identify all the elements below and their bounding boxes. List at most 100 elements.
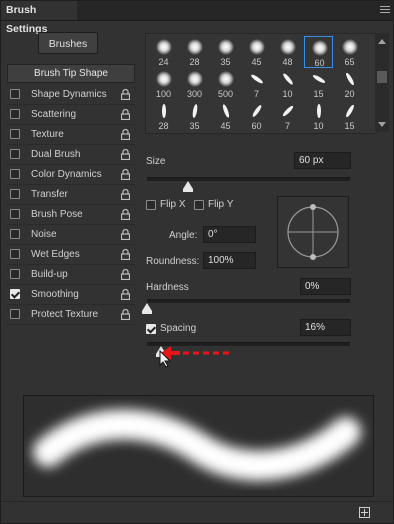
sidebar-item-noise[interactable]: Noise bbox=[7, 225, 135, 245]
brush-preset[interactable]: 10 bbox=[304, 100, 333, 132]
lock-icon[interactable] bbox=[121, 269, 130, 280]
lock-icon[interactable] bbox=[121, 109, 130, 120]
brush-preset[interactable]: 35 bbox=[211, 36, 240, 68]
sidebar-checkbox[interactable] bbox=[10, 269, 20, 279]
brush-tip-icon bbox=[251, 74, 263, 84]
brush-preset-size: 500 bbox=[217, 89, 234, 99]
preset-scrollbar[interactable] bbox=[375, 33, 389, 132]
brush-preset-size: 7 bbox=[253, 89, 259, 99]
sidebar-item-shape-dynamics[interactable]: Shape Dynamics bbox=[7, 85, 135, 105]
brush-settings-panel: Brush Settings Brushes Brush Tip Shape Sh… bbox=[0, 0, 394, 524]
sidebar-item-dual-brush[interactable]: Dual Brush bbox=[7, 145, 135, 165]
brush-preset[interactable]: 45 bbox=[242, 36, 271, 68]
brush-preset[interactable]: 300 bbox=[180, 68, 209, 100]
sidebar-item-label: Transfer bbox=[31, 189, 68, 200]
sidebar-checkbox[interactable] bbox=[10, 209, 20, 219]
lock-icon[interactable] bbox=[121, 209, 130, 220]
hardness-field[interactable]: 0% bbox=[300, 278, 351, 295]
lock-icon[interactable] bbox=[121, 149, 130, 160]
sidebar-checkbox[interactable] bbox=[10, 149, 20, 159]
sidebar-item-texture[interactable]: Texture bbox=[7, 125, 135, 145]
lock-icon[interactable] bbox=[121, 289, 130, 300]
size-slider-knob[interactable] bbox=[182, 181, 193, 192]
scroll-thumb[interactable] bbox=[377, 71, 387, 83]
brush-preset[interactable]: 60 bbox=[304, 36, 333, 68]
panel-menu-icon[interactable] bbox=[380, 6, 390, 14]
lock-icon[interactable] bbox=[121, 229, 130, 240]
lock-icon[interactable] bbox=[121, 249, 130, 260]
panel-footer bbox=[1, 501, 393, 524]
lock-icon[interactable] bbox=[121, 169, 130, 180]
brush-preset[interactable]: 500 bbox=[211, 68, 240, 100]
sidebar-checkbox[interactable] bbox=[10, 309, 20, 319]
sidebar-item-color-dynamics[interactable]: Color Dynamics bbox=[7, 165, 135, 185]
brush-preset[interactable]: 100 bbox=[149, 68, 178, 100]
sidebar-checkbox[interactable] bbox=[10, 129, 20, 139]
roundness-field[interactable]: 100% bbox=[203, 252, 256, 269]
sidebar-checkbox[interactable] bbox=[10, 289, 20, 299]
brush-tip-icon bbox=[222, 104, 230, 118]
angle-field[interactable]: 0° bbox=[203, 226, 256, 243]
lock-icon[interactable] bbox=[121, 129, 130, 140]
sidebar-item-brush-pose[interactable]: Brush Pose bbox=[7, 205, 135, 225]
spacing-field[interactable]: 16% bbox=[300, 319, 351, 336]
sidebar-item-label: Brush Pose bbox=[31, 209, 83, 220]
new-preset-icon[interactable] bbox=[359, 507, 370, 518]
brush-preset[interactable]: 60 bbox=[242, 100, 271, 132]
brush-preset[interactable]: 15 bbox=[304, 68, 333, 100]
flip-y-checkbox[interactable] bbox=[194, 200, 204, 210]
flip-x-label: Flip X bbox=[160, 199, 186, 210]
size-label: Size bbox=[146, 156, 166, 167]
sidebar-checkbox[interactable] bbox=[10, 169, 20, 179]
sidebar-item-build-up[interactable]: Build-up bbox=[7, 265, 135, 285]
scroll-up-icon[interactable] bbox=[378, 39, 386, 44]
brush-preset[interactable]: 48 bbox=[273, 36, 302, 68]
sidebar-checkbox[interactable] bbox=[10, 249, 20, 259]
brush-preset[interactable]: 15 bbox=[335, 100, 364, 132]
brushes-button[interactable]: Brushes bbox=[38, 32, 98, 54]
brush-preset[interactable]: 20 bbox=[335, 68, 364, 100]
sidebar-item-wet-edges[interactable]: Wet Edges bbox=[7, 245, 135, 265]
spacing-checkbox[interactable] bbox=[146, 324, 156, 334]
lock-icon[interactable] bbox=[121, 89, 130, 100]
flip-x-checkbox[interactable] bbox=[146, 200, 156, 210]
sidebar-item-protect-texture[interactable]: Protect Texture bbox=[7, 305, 135, 325]
sidebar-item-brush-tip-shape[interactable]: Brush Tip Shape bbox=[7, 64, 135, 83]
brush-preset[interactable]: 7 bbox=[273, 100, 302, 132]
brush-preset[interactable]: 28 bbox=[180, 36, 209, 68]
sidebar-checkbox[interactable] bbox=[10, 189, 20, 199]
hardness-slider-knob[interactable] bbox=[142, 303, 152, 314]
sidebar-item-smoothing[interactable]: Smoothing bbox=[7, 285, 135, 305]
hardness-slider-track[interactable] bbox=[147, 299, 350, 303]
sidebar-item-scattering[interactable]: Scattering bbox=[7, 105, 135, 125]
brush-tip-icon bbox=[252, 105, 262, 117]
tab-brush-settings[interactable]: Brush Settings bbox=[1, 1, 77, 35]
brush-preset[interactable]: 65 bbox=[335, 36, 364, 68]
angle-roundness-dial[interactable] bbox=[277, 196, 349, 268]
brush-preset-size: 60 bbox=[314, 58, 325, 68]
brush-preset[interactable]: 10 bbox=[273, 68, 302, 100]
brush-preset-size: 28 bbox=[158, 121, 169, 131]
brush-preset[interactable]: 7 bbox=[242, 68, 271, 100]
hardness-label: Hardness bbox=[146, 282, 189, 293]
size-field[interactable]: 60 px bbox=[294, 152, 351, 169]
sidebar-checkbox[interactable] bbox=[10, 109, 20, 119]
brush-preset[interactable]: 28 bbox=[149, 100, 178, 132]
panel-tab-bar: Brush Settings bbox=[1, 1, 393, 35]
brush-tip-icon bbox=[342, 39, 358, 55]
brush-preset[interactable]: 45 bbox=[211, 100, 240, 132]
size-slider-track[interactable] bbox=[147, 177, 350, 181]
brush-preset-size: 60 bbox=[251, 121, 262, 131]
sidebar-item-label: Shape Dynamics bbox=[31, 89, 107, 100]
brush-tip-icon bbox=[346, 104, 354, 118]
brush-preset[interactable]: 24 bbox=[149, 36, 178, 68]
lock-icon[interactable] bbox=[121, 309, 130, 320]
lock-icon[interactable] bbox=[121, 189, 130, 200]
brush-tip-icon bbox=[218, 71, 234, 87]
sidebar-checkbox[interactable] bbox=[10, 89, 20, 99]
brush-preset[interactable]: 35 bbox=[180, 100, 209, 132]
scroll-down-icon[interactable] bbox=[378, 122, 386, 127]
sidebar-checkbox[interactable] bbox=[10, 229, 20, 239]
brush-tip-icon bbox=[280, 39, 296, 55]
sidebar-item-transfer[interactable]: Transfer bbox=[7, 185, 135, 205]
